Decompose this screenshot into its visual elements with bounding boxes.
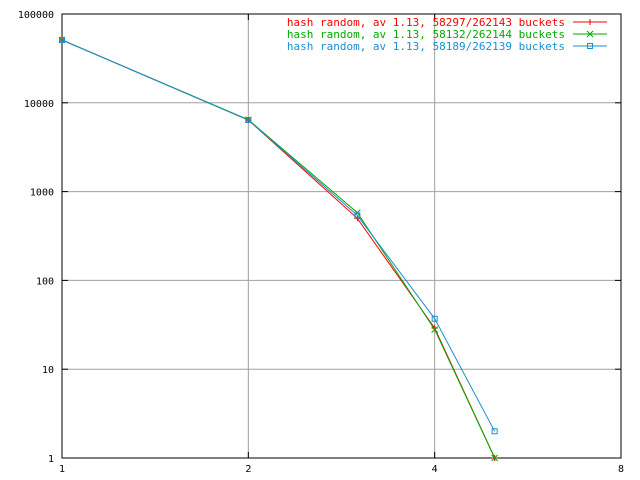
y-tick-label: 10 bbox=[42, 365, 54, 376]
axis-ticks: 1 2 4 8 1 10 100 1000 10000 100000 bbox=[18, 10, 624, 475]
line-chart: 1 2 4 8 1 10 100 1000 10000 100000 hash random, a… bbox=[18, 10, 624, 475]
y-tick-label: 100000 bbox=[18, 10, 54, 21]
y-tick-label: 100 bbox=[36, 276, 54, 287]
x-tick-label: 1 bbox=[59, 464, 65, 475]
series-layer bbox=[58, 36, 499, 462]
plot-frame bbox=[61, 13, 622, 459]
series-line-3 bbox=[61, 39, 496, 432]
y-tick-label: 1000 bbox=[30, 188, 54, 199]
legend-label: hash random, av 1.13, 58189/262139 bucke… bbox=[287, 40, 565, 53]
y-tick-label: 1 bbox=[48, 454, 54, 465]
legend-marker bbox=[587, 19, 593, 25]
y-tick-label: 10000 bbox=[24, 99, 54, 110]
x-tick-label: 8 bbox=[618, 464, 624, 475]
x-tick-label: 4 bbox=[432, 464, 438, 475]
legend: hash random, av 1.13, 58297/262143 bucke… bbox=[287, 16, 607, 53]
grid-lines bbox=[62, 14, 621, 458]
x-tick-label: 2 bbox=[245, 464, 251, 475]
